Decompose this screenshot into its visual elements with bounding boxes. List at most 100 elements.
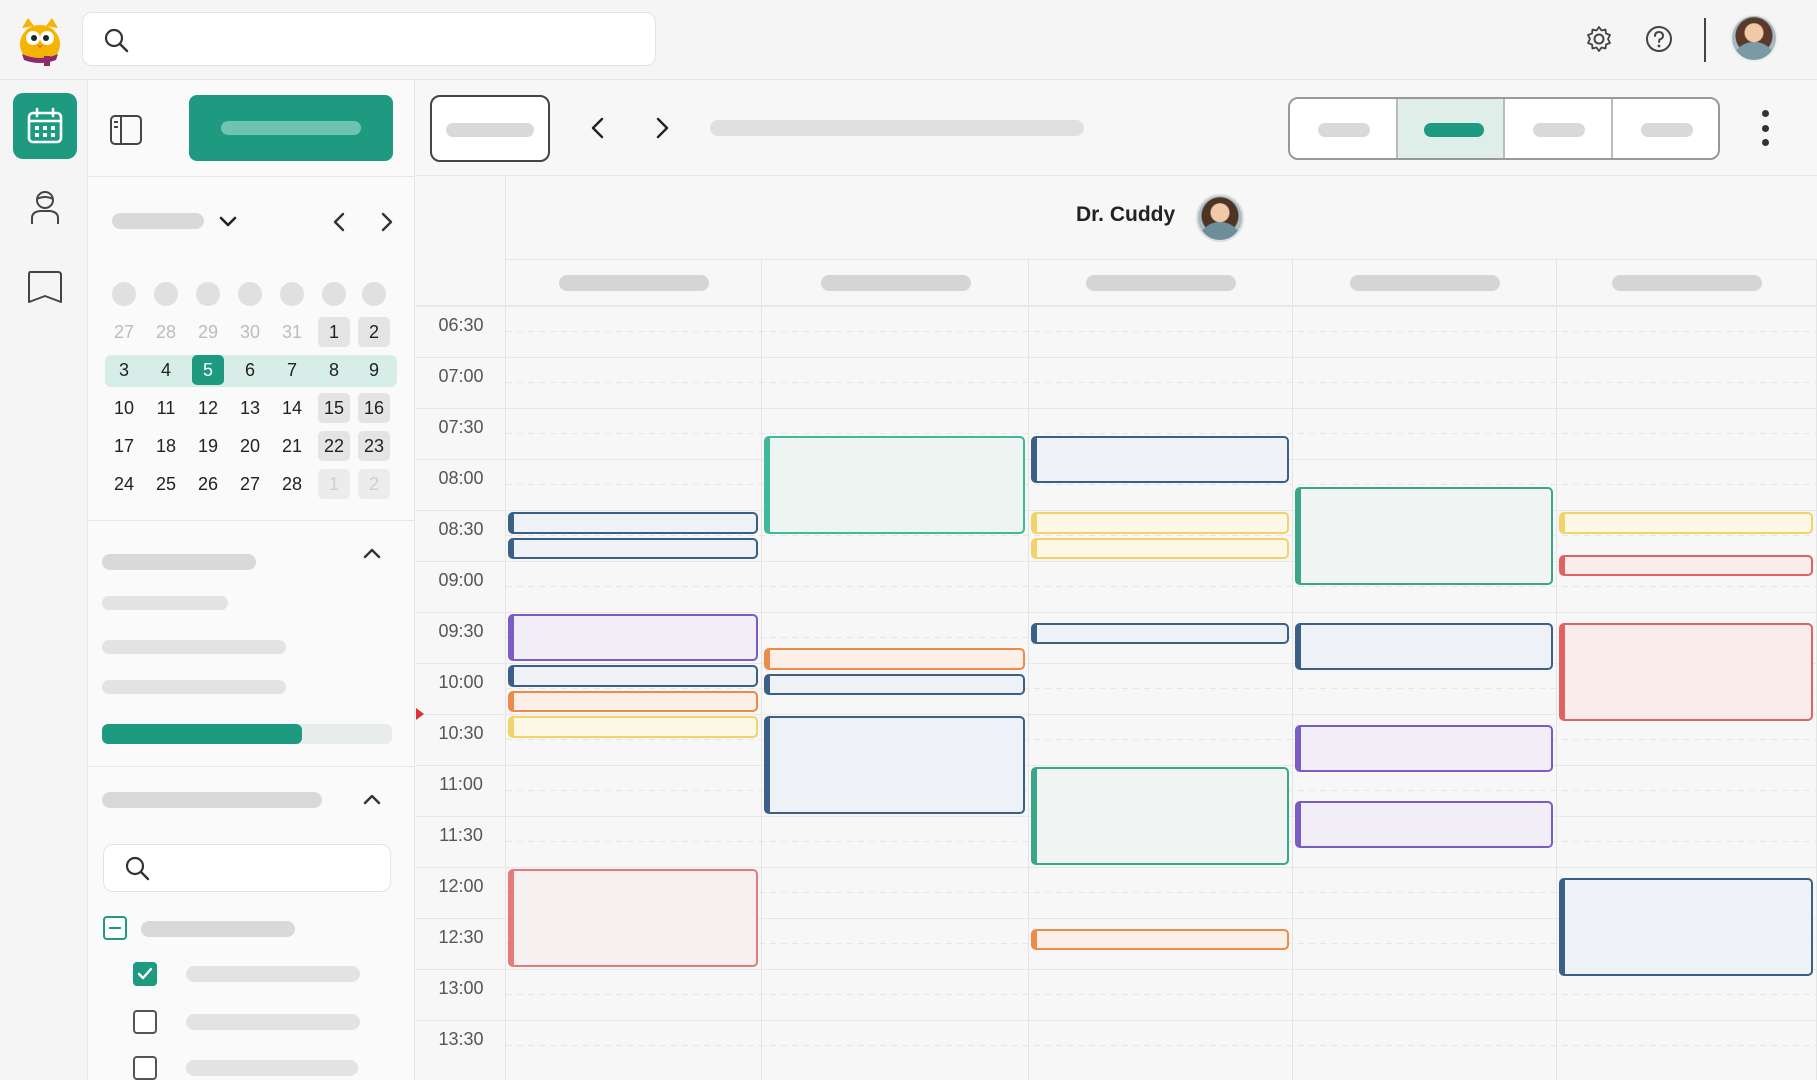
- appointment-block[interactable]: [1031, 767, 1289, 865]
- mini-calendar-day[interactable]: 30: [234, 317, 266, 347]
- chevron-up-icon[interactable]: [358, 786, 386, 814]
- mini-calendar-day[interactable]: 25: [150, 469, 182, 499]
- mini-calendar-day[interactable]: 2: [358, 469, 390, 499]
- appointment-block[interactable]: [508, 869, 758, 967]
- appointment-block[interactable]: [764, 673, 1025, 695]
- day-column[interactable]: [1029, 306, 1293, 1080]
- day-column-header[interactable]: [1557, 260, 1817, 306]
- gear-icon[interactable]: [1584, 24, 1614, 54]
- mini-calendar-next-icon[interactable]: [376, 210, 398, 234]
- mini-calendar-day[interactable]: 23: [358, 431, 390, 461]
- nav-calendar-button[interactable]: [13, 93, 77, 159]
- day-column-header[interactable]: [506, 260, 762, 306]
- mini-calendar-day[interactable]: 8: [318, 355, 350, 385]
- time-label: 08:30: [438, 519, 484, 539]
- mini-calendar-day[interactable]: 31: [276, 317, 308, 347]
- appointment-block[interactable]: [508, 537, 758, 559]
- appointment-block[interactable]: [508, 665, 758, 687]
- mini-calendar-day[interactable]: 11: [150, 393, 182, 423]
- mini-calendar-day[interactable]: 27: [108, 317, 140, 347]
- appointment-block[interactable]: [1031, 622, 1289, 644]
- chevron-left-icon[interactable]: [586, 114, 610, 142]
- today-button[interactable]: [430, 95, 550, 162]
- mini-calendar-day[interactable]: 29: [192, 317, 224, 347]
- appointment-block[interactable]: [1559, 877, 1813, 976]
- appointment-block[interactable]: [1031, 512, 1289, 534]
- mini-calendar-day[interactable]: 4: [150, 355, 182, 385]
- mini-calendar-day[interactable]: 9: [358, 355, 390, 385]
- mini-calendar-day[interactable]: 28: [276, 469, 308, 499]
- chevron-down-icon[interactable]: [216, 210, 240, 234]
- filter-checkbox[interactable]: [133, 1010, 157, 1034]
- mini-calendar-day[interactable]: 16: [358, 393, 390, 423]
- owl-mascot-icon[interactable]: [14, 14, 66, 66]
- user-avatar[interactable]: [1730, 14, 1778, 62]
- mini-calendar-day[interactable]: 18: [150, 431, 182, 461]
- view-option-active[interactable]: [1397, 99, 1505, 158]
- person-icon[interactable]: [24, 186, 66, 228]
- mini-calendar-day[interactable]: 26: [192, 469, 224, 499]
- chevron-right-icon[interactable]: [650, 114, 674, 142]
- filter-search-input[interactable]: [103, 844, 391, 892]
- appointment-block[interactable]: [1295, 724, 1553, 772]
- mini-calendar-day[interactable]: 19: [192, 431, 224, 461]
- mini-calendar-day[interactable]: 1: [318, 317, 350, 347]
- mini-calendar-day[interactable]: 20: [234, 431, 266, 461]
- appointment-block[interactable]: [1295, 622, 1553, 670]
- appointment-block[interactable]: [1295, 801, 1553, 848]
- appointment-block[interactable]: [1031, 537, 1289, 559]
- mini-calendar-day[interactable]: 5: [192, 355, 224, 385]
- help-circle-icon[interactable]: [1644, 24, 1674, 54]
- mini-calendar-day[interactable]: 3: [108, 355, 140, 385]
- time-label: 11:30: [439, 825, 483, 845]
- filter-checkbox-checked[interactable]: [133, 962, 157, 986]
- search-input[interactable]: [82, 12, 656, 66]
- book-icon[interactable]: [24, 266, 66, 308]
- chevron-up-icon[interactable]: [358, 540, 386, 568]
- time-label: 11:00: [439, 774, 483, 794]
- new-appointment-button[interactable]: [189, 95, 393, 161]
- view-option[interactable]: [1505, 99, 1613, 158]
- mini-calendar-day[interactable]: 24: [108, 469, 140, 499]
- mini-calendar-day[interactable]: 13: [234, 393, 266, 423]
- more-vertical-icon[interactable]: [1753, 104, 1777, 152]
- mini-calendar-day[interactable]: 22: [318, 431, 350, 461]
- mini-calendar-day[interactable]: 10: [108, 393, 140, 423]
- mini-calendar-prev-icon[interactable]: [328, 210, 350, 234]
- sidebar-toggle-icon[interactable]: [108, 112, 144, 148]
- view-option[interactable]: [1613, 99, 1719, 158]
- mini-calendar-day[interactable]: 12: [192, 393, 224, 423]
- mini-calendar-day[interactable]: 7: [276, 355, 308, 385]
- appointment-block[interactable]: [764, 716, 1025, 814]
- appointment-block[interactable]: [1031, 435, 1289, 483]
- select-all-checkbox[interactable]: [103, 916, 127, 940]
- appointment-block[interactable]: [508, 512, 758, 534]
- view-option[interactable]: [1290, 99, 1398, 158]
- day-column-header[interactable]: [1029, 260, 1293, 306]
- mini-calendar-day[interactable]: 14: [276, 393, 308, 423]
- appointment-block[interactable]: [764, 435, 1025, 534]
- mini-calendar-day[interactable]: 17: [108, 431, 140, 461]
- section-title-placeholder: [102, 554, 256, 570]
- appointment-block[interactable]: [1559, 554, 1813, 576]
- day-column[interactable]: [1293, 306, 1557, 1080]
- day-column-header[interactable]: [762, 260, 1029, 306]
- appointment-block[interactable]: [1295, 486, 1553, 585]
- appointment-block[interactable]: [1559, 512, 1813, 534]
- hour-gridline: [416, 1020, 1817, 1021]
- mini-calendar-day[interactable]: 15: [318, 393, 350, 423]
- mini-calendar-day[interactable]: 6: [234, 355, 266, 385]
- mini-calendar-day[interactable]: 21: [276, 431, 308, 461]
- mini-calendar-day[interactable]: 28: [150, 317, 182, 347]
- mini-calendar-day[interactable]: 27: [234, 469, 266, 499]
- appointment-block[interactable]: [508, 614, 758, 661]
- mini-calendar-day[interactable]: 1: [318, 469, 350, 499]
- day-column-header[interactable]: [1293, 260, 1557, 306]
- filter-checkbox[interactable]: [133, 1056, 157, 1080]
- appointment-block[interactable]: [1559, 622, 1813, 721]
- appointment-block[interactable]: [508, 690, 758, 712]
- appointment-block[interactable]: [508, 716, 758, 738]
- appointment-block[interactable]: [1031, 928, 1289, 950]
- mini-calendar-day[interactable]: 2: [358, 317, 390, 347]
- appointment-block[interactable]: [764, 648, 1025, 670]
